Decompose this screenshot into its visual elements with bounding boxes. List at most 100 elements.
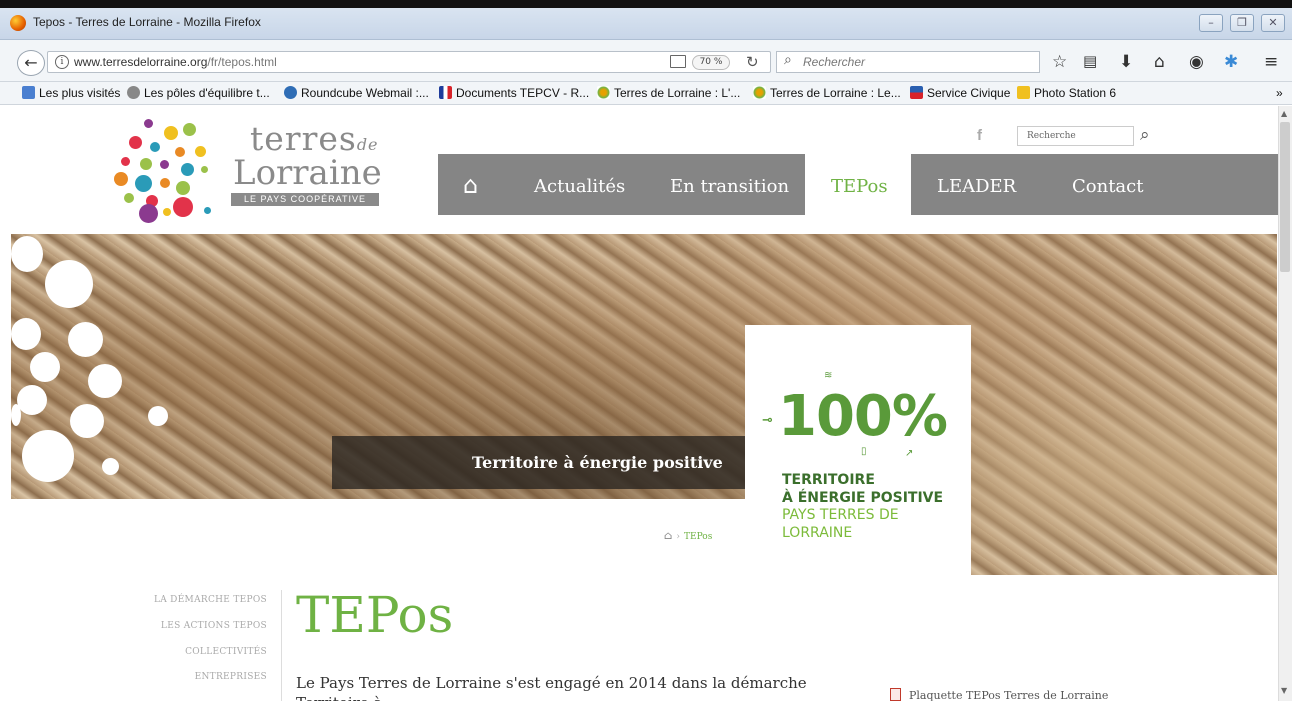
decorative-circle: [22, 430, 74, 482]
firefox-icon: [10, 15, 26, 31]
logo-dot: [129, 136, 142, 149]
decorative-circle: [70, 404, 104, 438]
logo-dot: [195, 146, 206, 157]
page-title: TEPos: [296, 586, 454, 644]
menu-item-leader[interactable]: LEADER: [937, 176, 1016, 197]
scroll-up-arrow-icon[interactable]: ▲: [1281, 109, 1287, 118]
sidebar-item-collectivites[interactable]: COLLECTIVITÉS: [185, 647, 267, 657]
sidebar-item-entreprises[interactable]: ENTREPRISES: [195, 672, 267, 682]
logo-dot: [140, 158, 152, 170]
bookmark-item[interactable]: Photo Station 6: [1017, 86, 1116, 100]
url-domain: www.terresdelorraine.org: [74, 55, 208, 69]
scrollbar-thumb[interactable]: [1280, 122, 1290, 272]
badge-line-1: TERRITOIRE: [782, 472, 875, 488]
logo-dot: [160, 160, 169, 169]
window-title: Tepos - Terres de Lorraine - Mozilla Fir…: [33, 15, 261, 29]
decorative-circle: [11, 404, 21, 426]
sidebar-item-demarche[interactable]: LA DÉMARCHE TEPOS: [154, 595, 267, 605]
breadcrumb-home-icon[interactable]: ⌂: [664, 529, 672, 542]
breadcrumb-separator: ›: [676, 532, 681, 542]
bookmark-item[interactable]: Service Civique: [910, 86, 1010, 100]
download-link[interactable]: Plaquette TEPos Terres de Lorraine: [890, 688, 1108, 701]
logo-dot: [160, 178, 170, 188]
bookmark-item[interactable]: Terres de Lorraine : Le...: [753, 86, 901, 100]
decorative-circle: [148, 406, 168, 426]
decorative-circle: [88, 364, 122, 398]
bookmark-label: Terres de Lorraine : L'...: [614, 86, 741, 100]
download-arrow-icon[interactable]: ⬇: [1119, 52, 1133, 72]
logo-de-text: de: [356, 135, 379, 154]
logo-dot: [183, 123, 196, 136]
extension-icon[interactable]: ✱: [1224, 52, 1238, 72]
menu-item-tepos[interactable]: TEPos: [831, 176, 888, 197]
bookmark-label: Roundcube Webmail :...: [301, 86, 429, 100]
logo-dot: [201, 166, 208, 173]
breadcrumb: ⌂ › TEPos: [664, 529, 712, 542]
logo-dot: [114, 172, 128, 186]
photo-station-icon: [1017, 86, 1030, 99]
menu-item-en-transition[interactable]: En transition: [670, 176, 789, 197]
logo-lorraine-text[interactable]: Lorraine: [233, 153, 382, 193]
badge-battery-icon: ▯: [861, 446, 867, 457]
service-civique-icon: [910, 86, 923, 99]
url-path: /fr/tepos.html: [207, 55, 277, 69]
bookmark-item[interactable]: Les pôles d'équilibre t...: [127, 86, 270, 100]
logo-dot: [139, 204, 158, 223]
more-bookmarks-chevron-icon[interactable]: »: [1276, 86, 1283, 100]
hero-white-area: [11, 499, 745, 575]
close-icon[interactable]: ✕: [1261, 14, 1285, 32]
bookmark-item[interactable]: Documents TEPCV - R...: [439, 86, 589, 100]
back-arrow-icon[interactable]: ←: [17, 50, 45, 76]
site-search-input[interactable]: Recherche: [1017, 126, 1134, 146]
logo-dot: [135, 175, 152, 192]
menu-item-contact[interactable]: Contact: [1072, 176, 1143, 197]
terres-de-lorraine-icon: [597, 86, 610, 99]
logo-dot: [150, 142, 160, 152]
minimize-icon[interactable]: –: [1199, 14, 1223, 32]
intro-paragraph: Le Pays Terres de Lorraine s'est engagé …: [296, 674, 807, 701]
terres-de-lorraine-icon: [753, 86, 766, 99]
decorative-circle: [102, 458, 119, 475]
bookmark-label: Photo Station 6: [1034, 86, 1117, 100]
bookmarks-library-icon[interactable]: ▤: [1083, 52, 1097, 70]
pocket-icon[interactable]: ◉: [1189, 52, 1204, 72]
roundcube-icon: [284, 86, 297, 99]
url-text[interactable]: www.terresdelorraine.org/fr/tepos.html: [74, 55, 277, 69]
scroll-down-arrow-icon[interactable]: ▼: [1281, 686, 1287, 695]
bookmark-item[interactable]: Les plus visités: [22, 86, 120, 100]
maximize-icon[interactable]: ❐: [1230, 14, 1254, 32]
decorative-circle: [11, 236, 43, 272]
badge-flame-icon: ≋: [824, 370, 833, 381]
bookmark-label: Documents TEPCV - R...: [456, 86, 590, 100]
bookmark-item[interactable]: Terres de Lorraine : L'...: [597, 86, 740, 100]
logo-dot: [181, 163, 194, 176]
sidebar-divider: [281, 590, 282, 701]
browser-search-placeholder: Rechercher: [803, 55, 866, 69]
hamburger-menu-icon[interactable]: ≡: [1264, 52, 1278, 72]
bookmark-label: Terres de Lorraine : Le...: [770, 86, 901, 100]
bookmark-label: Les pôles d'équilibre t...: [144, 86, 270, 100]
badge-percent: 100%: [778, 384, 948, 449]
menu-item-actualites[interactable]: Actualités: [534, 176, 625, 197]
download-label: Plaquette TEPos Terres de Lorraine: [909, 689, 1109, 701]
facebook-icon[interactable]: f: [977, 127, 982, 144]
pdf-icon: [890, 688, 901, 701]
badge-arrow-icon: ↗: [905, 448, 914, 459]
info-icon[interactable]: i: [55, 55, 69, 69]
bookmark-item[interactable]: Roundcube Webmail :...: [284, 86, 429, 100]
zoom-level[interactable]: 70 %: [692, 55, 730, 70]
breadcrumb-current[interactable]: TEPos: [684, 532, 712, 542]
sidebar-item-actions[interactable]: LES ACTIONS TEPOS: [161, 621, 267, 631]
bookmark-label: Les plus visités: [39, 86, 121, 100]
logo-dot: [176, 181, 190, 195]
home-icon[interactable]: ⌂: [1154, 52, 1165, 72]
reload-icon[interactable]: ↻: [746, 53, 759, 71]
search-icon[interactable]: ⌕: [1140, 125, 1150, 145]
bookmark-star-icon[interactable]: ☆: [1052, 52, 1067, 72]
home-icon[interactable]: ⌂: [463, 171, 478, 199]
french-flag-icon: [439, 86, 452, 99]
globe-icon: [127, 86, 140, 99]
decorative-circle: [30, 352, 60, 382]
tepos-badge: [745, 325, 971, 575]
reader-view-icon[interactable]: [670, 55, 686, 68]
